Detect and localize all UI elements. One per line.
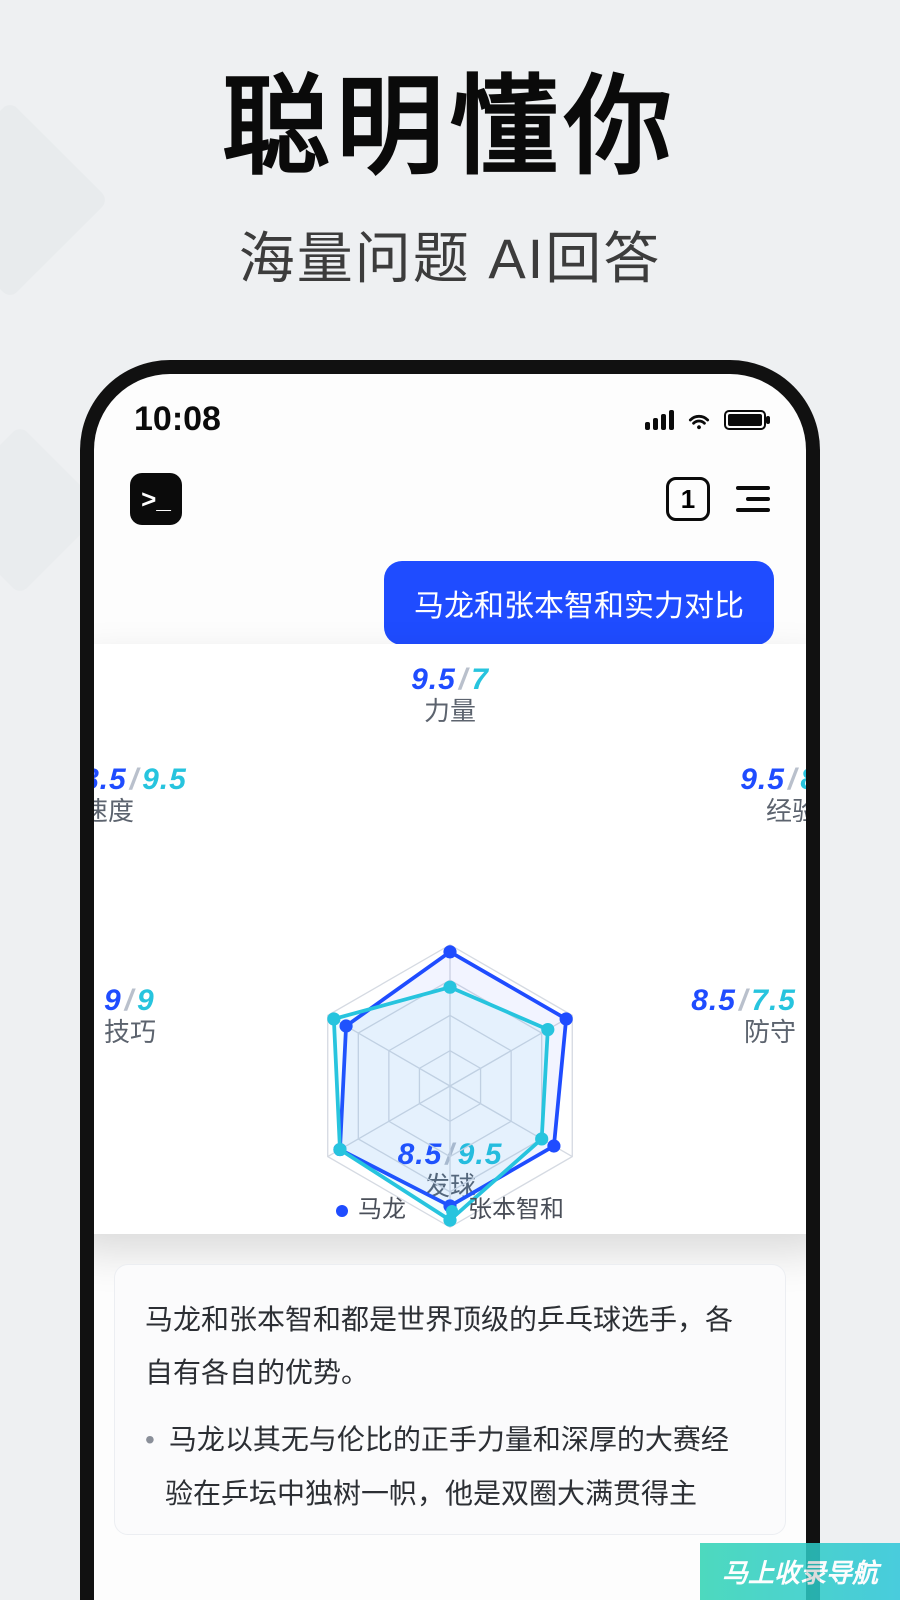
hero-title: 聪明懂你 — [0, 40, 900, 196]
radar-card: 9.5/7 力量 9.5/8 经验 8.5/7.5 防守 8.5/9.5 发球 … — [80, 644, 820, 1234]
signal-icon — [645, 410, 674, 430]
hero-subtitle: 海量问题 AI回答 — [0, 214, 900, 295]
wifi-icon — [686, 410, 712, 430]
app-logo-icon[interactable]: >_ — [130, 473, 182, 525]
axis-label-experience: 9.5/8 经验 — [740, 764, 818, 825]
axis-label-skill: 9/9 技巧 — [104, 985, 156, 1046]
status-bar: 10:08 — [94, 374, 806, 445]
answer-bullet: 马龙以其无与伦比的正手力量和深厚的大赛经验在乒坛中独树一帜，他是双圈大满贯得主 — [165, 1413, 755, 1519]
axis-label-speed: 8.5/9.5 速度 — [82, 764, 187, 825]
watermark: 马上收录导航 — [700, 1543, 900, 1600]
status-time: 10:08 — [134, 400, 221, 439]
axis-label-power: 9.5/7 力量 — [411, 664, 489, 725]
battery-icon — [724, 410, 766, 430]
legend-item-2: 张本智和 — [446, 1189, 564, 1224]
ai-answer-card: 马龙和张本智和都是世界顶级的乒乓球选手，各自有各自的优势。 马龙以其无与伦比的正… — [114, 1264, 786, 1535]
chat-area: 马龙和张本智和实力对比 — [94, 539, 806, 645]
status-icons — [645, 410, 766, 430]
answer-paragraph: 马龙和张本智和都是世界顶级的乒乓球选手，各自有各自的优势。 — [145, 1293, 755, 1399]
tab-count-button[interactable]: 1 — [666, 477, 710, 521]
hero: 聪明懂你 海量问题 AI回答 — [0, 40, 900, 295]
user-message-bubble: 马龙和张本智和实力对比 — [384, 561, 774, 645]
legend: 马龙 张本智和 — [80, 1189, 820, 1224]
legend-item-1: 马龙 — [336, 1189, 406, 1224]
app-bar: >_ 1 — [94, 445, 806, 539]
menu-icon[interactable] — [736, 486, 770, 512]
phone-frame: 10:08 >_ 1 马龙和张本智和实力对比 — [80, 360, 820, 1600]
axis-label-defense: 8.5/7.5 防守 — [691, 985, 796, 1046]
